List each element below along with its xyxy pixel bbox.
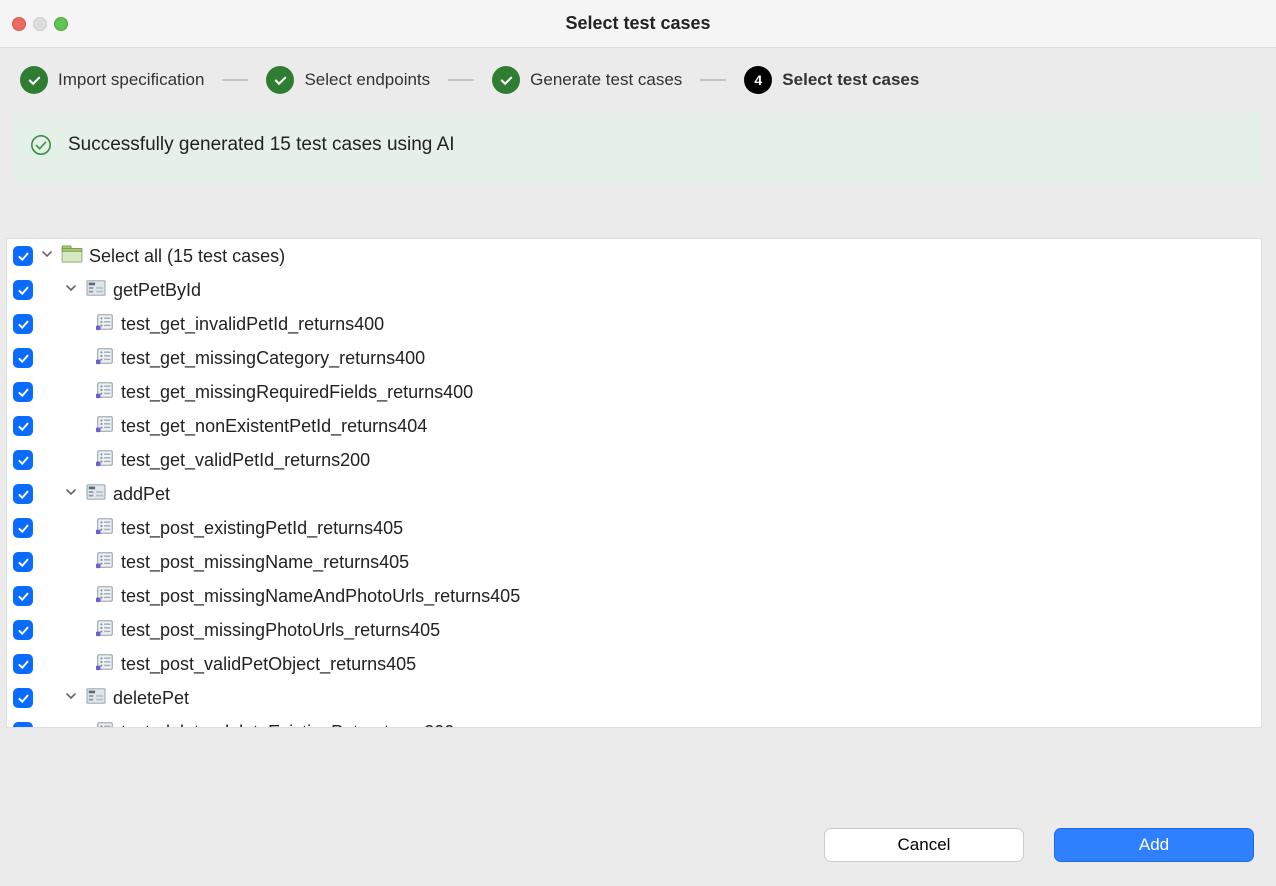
tree-test-label: test_get_validPetId_returns200 (121, 450, 370, 471)
tree-test-label: test_get_invalidPetId_returns400 (121, 314, 384, 335)
test-icon (95, 449, 115, 472)
test-icon (95, 721, 115, 729)
tree-group-label: addPet (113, 484, 170, 505)
tree-root-row[interactable]: Select all (15 test cases) (7, 239, 1261, 273)
tree-group-row[interactable]: deletePet (7, 681, 1261, 715)
step-check-icon (266, 66, 294, 94)
step-label: Select endpoints (304, 70, 430, 90)
step-separator (700, 79, 726, 81)
group-checkbox[interactable] (13, 484, 33, 504)
step-select-test-cases: 4 Select test cases (744, 66, 919, 94)
endpoint-icon (85, 687, 107, 710)
step-label: Import specification (58, 70, 204, 90)
tree-group-row[interactable]: addPet (7, 477, 1261, 511)
window-title: Select test cases (0, 13, 1276, 34)
test-icon (95, 313, 115, 336)
test-checkbox[interactable] (13, 586, 33, 606)
success-check-icon (30, 134, 52, 156)
tree-test-row[interactable]: test_post_missingPhotoUrls_returns405 (7, 613, 1261, 647)
tree-test-row[interactable]: test_get_invalidPetId_returns400 (7, 307, 1261, 341)
step-generate-test-cases: Generate test cases (492, 66, 682, 94)
add-button[interactable]: Add (1054, 828, 1254, 862)
step-separator (448, 79, 474, 81)
tree-test-label: test_get_nonExistentPetId_returns404 (121, 416, 427, 437)
test-icon (95, 619, 115, 642)
tree-test-row[interactable]: test_get_missingRequiredFields_returns40… (7, 375, 1261, 409)
wizard-steps: Import specification Select endpoints Ge… (0, 48, 1276, 112)
tree-group-label: getPetById (113, 280, 201, 301)
tree-group-row[interactable]: getPetById (7, 273, 1261, 307)
step-number-badge: 4 (744, 66, 772, 94)
dialog-footer: Cancel Add (0, 808, 1276, 886)
step-check-icon (20, 66, 48, 94)
test-checkbox[interactable] (13, 654, 33, 674)
success-banner: Successfully generated 15 test cases usi… (14, 112, 1262, 184)
cancel-button[interactable]: Cancel (824, 828, 1024, 862)
tree-test-row[interactable]: test_post_missingNameAndPhotoUrls_return… (7, 579, 1261, 613)
tree-test-label: test_post_missingPhotoUrls_returns405 (121, 620, 440, 641)
test-checkbox[interactable] (13, 416, 33, 436)
tree-test-label: test_delete_deleteExistingPet_returns200 (121, 722, 454, 729)
tree-test-row[interactable]: test_delete_deleteExistingPet_returns200 (7, 715, 1261, 728)
test-checkbox[interactable] (13, 518, 33, 538)
test-checkbox[interactable] (13, 314, 33, 334)
step-select-endpoints: Select endpoints (266, 66, 430, 94)
tree-test-row[interactable]: test_post_validPetObject_returns405 (7, 647, 1261, 681)
test-case-tree: Select all (15 test cases) getPetById test… (6, 238, 1262, 728)
chevron-down-icon[interactable] (63, 280, 79, 301)
select-all-checkbox[interactable] (13, 246, 33, 266)
tree-test-label: test_post_existingPetId_returns405 (121, 518, 403, 539)
tree-test-row[interactable]: test_post_existingPetId_returns405 (7, 511, 1261, 545)
test-checkbox[interactable] (13, 348, 33, 368)
test-icon (95, 653, 115, 676)
folder-icon (61, 245, 83, 268)
test-checkbox[interactable] (13, 552, 33, 572)
test-icon (95, 381, 115, 404)
group-checkbox[interactable] (13, 688, 33, 708)
tree-test-label: test_get_missingRequiredFields_returns40… (121, 382, 473, 403)
step-separator (222, 79, 248, 81)
step-check-icon (492, 66, 520, 94)
tree-test-label: test_post_missingName_returns405 (121, 552, 409, 573)
endpoint-icon (85, 483, 107, 506)
test-icon (95, 347, 115, 370)
tree-test-label: test_get_missingCategory_returns400 (121, 348, 425, 369)
endpoint-icon (85, 279, 107, 302)
chevron-down-icon[interactable] (63, 484, 79, 505)
chevron-down-icon[interactable] (39, 246, 55, 267)
step-import-specification: Import specification (20, 66, 204, 94)
tree-group-label: deletePet (113, 688, 189, 709)
test-checkbox[interactable] (13, 450, 33, 470)
test-icon (95, 517, 115, 540)
test-checkbox[interactable] (13, 620, 33, 640)
test-checkbox[interactable] (13, 382, 33, 402)
tree-test-label: test_post_missingNameAndPhotoUrls_return… (121, 586, 520, 607)
test-icon (95, 551, 115, 574)
step-label: Generate test cases (530, 70, 682, 90)
tree-test-row[interactable]: test_get_validPetId_returns200 (7, 443, 1261, 477)
tree-test-row[interactable]: test_get_missingCategory_returns400 (7, 341, 1261, 375)
tree-test-row[interactable]: test_get_nonExistentPetId_returns404 (7, 409, 1261, 443)
test-checkbox[interactable] (13, 722, 33, 728)
test-icon (95, 415, 115, 438)
banner-message: Successfully generated 15 test cases usi… (68, 134, 455, 156)
tree-test-row[interactable]: test_post_missingName_returns405 (7, 545, 1261, 579)
group-checkbox[interactable] (13, 280, 33, 300)
tree-test-label: test_post_validPetObject_returns405 (121, 654, 416, 675)
tree-root-label: Select all (15 test cases) (89, 246, 285, 267)
chevron-down-icon[interactable] (63, 688, 79, 709)
test-icon (95, 585, 115, 608)
step-label: Select test cases (782, 70, 919, 90)
titlebar: Select test cases (0, 0, 1276, 48)
